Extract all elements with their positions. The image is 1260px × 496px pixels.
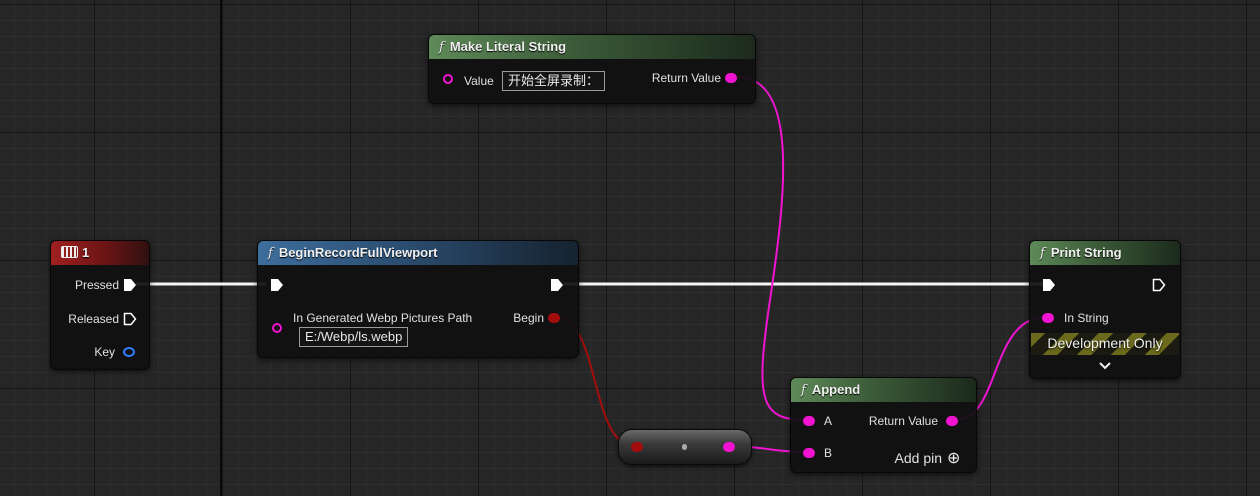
- exec-input-pin[interactable]: [1042, 278, 1056, 292]
- node-header[interactable]: 1: [51, 241, 149, 265]
- pressed-label: Pressed: [74, 278, 119, 292]
- return-value-label: Return Value: [868, 414, 938, 428]
- begin-output-pin[interactable]: [548, 313, 560, 323]
- begin-label: Begin: [513, 311, 544, 325]
- key-label: Key: [94, 345, 115, 359]
- path-text-field[interactable]: E:/Webp/ls.webp: [299, 327, 409, 347]
- return-value-output-pin[interactable]: [725, 73, 737, 83]
- chevron-down-icon[interactable]: [1099, 362, 1111, 370]
- key-event-node[interactable]: 1 Pressed Released Key: [50, 240, 150, 370]
- begin-record-node[interactable]: f BeginRecordFullViewport In Generated We…: [257, 240, 579, 358]
- value-text-field[interactable]: 开始全屏录制：: [502, 71, 606, 91]
- function-icon: f: [268, 246, 273, 261]
- released-exec-pin[interactable]: [123, 312, 137, 326]
- return-value-output-pin[interactable]: [946, 416, 958, 426]
- return-value-label: Return Value: [651, 71, 721, 85]
- exec-output-pin[interactable]: [550, 278, 564, 292]
- node-title: Make Literal String: [449, 39, 567, 54]
- node-title: Append: [811, 382, 861, 397]
- print-string-node[interactable]: f Print String In String Development Only: [1029, 240, 1181, 379]
- b-pin-label: B: [824, 446, 833, 460]
- keyboard-icon: [61, 246, 78, 258]
- a-pin-label: A: [824, 414, 833, 428]
- key-output-pin[interactable]: [123, 347, 135, 357]
- reroute-node[interactable]: [618, 429, 752, 465]
- function-icon: f: [439, 40, 444, 55]
- node-header[interactable]: f Append: [791, 378, 976, 402]
- in-string-label: In String: [1064, 311, 1109, 325]
- node-title: BeginRecordFullViewport: [278, 245, 438, 260]
- node-header[interactable]: f Print String: [1030, 241, 1180, 265]
- append-node[interactable]: f Append A Return Value B Add pin ⊕: [790, 377, 977, 473]
- value-pin-label: Value: [464, 74, 494, 88]
- pressed-exec-pin[interactable]: [123, 278, 137, 292]
- graph-origin-line: [220, 0, 222, 496]
- function-icon: f: [1040, 246, 1045, 261]
- development-only-label: Development Only: [1047, 335, 1163, 351]
- exec-input-pin[interactable]: [270, 278, 284, 292]
- wire-literal-to-append-a: [736, 76, 807, 421]
- value-input-pin[interactable]: [443, 74, 453, 84]
- make-literal-string-node[interactable]: f Make Literal String Value 开始全屏录制： Retur…: [428, 34, 756, 104]
- reroute-input-pin[interactable]: [631, 442, 643, 452]
- node-title: 1: [82, 245, 90, 260]
- path-input-pin[interactable]: [272, 323, 282, 333]
- exec-output-pin[interactable]: [1152, 278, 1166, 292]
- add-pin-label[interactable]: Add pin: [895, 451, 942, 465]
- node-header[interactable]: f Make Literal String: [429, 35, 755, 59]
- a-input-pin[interactable]: [803, 416, 815, 426]
- add-pin-icon[interactable]: ⊕: [947, 450, 960, 466]
- released-label: Released: [68, 312, 119, 326]
- reroute-output-pin[interactable]: [723, 442, 735, 452]
- node-header[interactable]: f BeginRecordFullViewport: [258, 241, 578, 265]
- reroute-center-dot: [682, 444, 687, 450]
- b-input-pin[interactable]: [803, 448, 815, 458]
- in-string-input-pin[interactable]: [1042, 313, 1054, 323]
- node-title: Print String: [1050, 245, 1122, 260]
- path-pin-label: In Generated Webp Pictures Path: [293, 311, 473, 325]
- function-icon: f: [801, 383, 806, 398]
